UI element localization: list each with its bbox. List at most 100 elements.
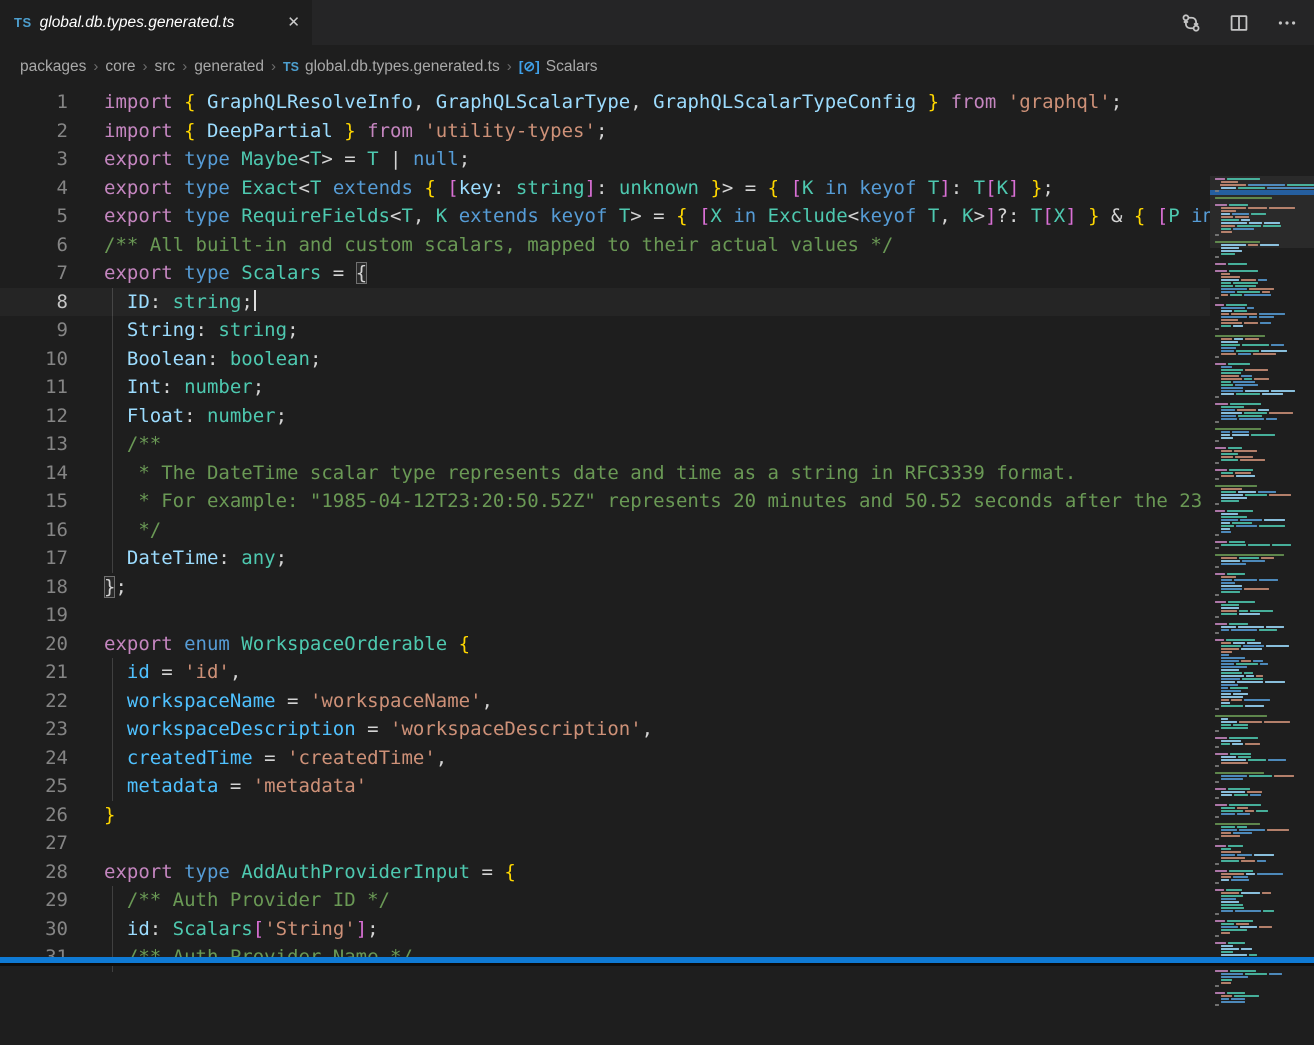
minimap-line xyxy=(1215,573,1314,575)
code-line[interactable]: workspaceDescription = 'workspaceDescrip… xyxy=(104,715,1210,744)
line-number[interactable]: 23 xyxy=(0,715,68,744)
code-line[interactable]: import { DeepPartial } from 'utility-typ… xyxy=(104,117,1210,146)
minimap-line xyxy=(1215,632,1314,634)
line-number[interactable]: 9 xyxy=(0,316,68,345)
minimap-line xyxy=(1215,660,1314,662)
code-line[interactable]: export type Scalars = { xyxy=(104,259,1210,288)
code-token: number xyxy=(207,405,276,427)
code-token: ] xyxy=(356,918,367,940)
breadcrumb-item-global-db-types-generated-ts[interactable]: TSglobal.db.types.generated.ts xyxy=(283,58,500,76)
line-number[interactable]: 24 xyxy=(0,744,68,773)
breadcrumb-item-src[interactable]: src xyxy=(155,58,176,76)
line-number[interactable]: 25 xyxy=(0,772,68,801)
code-line[interactable]: /** xyxy=(104,430,1210,459)
line-number[interactable]: 5 xyxy=(0,202,68,231)
line-number[interactable]: 26 xyxy=(0,801,68,830)
line-number[interactable]: 22 xyxy=(0,687,68,716)
minimap-line xyxy=(1215,282,1314,284)
line-number[interactable]: 13 xyxy=(0,430,68,459)
minimap-line xyxy=(1215,294,1314,296)
code-token: in xyxy=(813,177,859,199)
minimap-line xyxy=(1215,762,1314,764)
code-line[interactable]: Int: number; xyxy=(104,373,1210,402)
minimap-line xyxy=(1215,857,1314,859)
breadcrumb-item-core[interactable]: core xyxy=(105,58,135,76)
line-number[interactable]: 14 xyxy=(0,459,68,488)
open-changes-icon[interactable] xyxy=(1180,12,1202,34)
code-token: number xyxy=(184,376,253,398)
line-number[interactable]: 12 xyxy=(0,402,68,431)
code-token: * The DateTime scalar type represents da… xyxy=(104,462,1076,484)
line-number[interactable]: 29 xyxy=(0,886,68,915)
tab-global-db-types[interactable]: TS global.db.types.generated.ts ✕ xyxy=(0,0,313,45)
code-editor[interactable]: 1234567891011121314151617181920212223242… xyxy=(0,88,1314,957)
code-token: = xyxy=(218,775,252,797)
code-line[interactable]: String: string; xyxy=(104,316,1210,345)
code-line[interactable]: export type RequireFields<T, K extends k… xyxy=(104,202,1210,231)
more-actions-icon[interactable] xyxy=(1276,12,1298,34)
minimap[interactable] xyxy=(1210,176,1314,1045)
minimap-line xyxy=(1215,829,1314,831)
line-number[interactable]: 19 xyxy=(0,601,68,630)
code-content[interactable]: import { GraphQLResolveInfo, GraphQLScal… xyxy=(104,88,1210,972)
code-line[interactable]: metadata = 'metadata' xyxy=(104,772,1210,801)
breadcrumb-item-generated[interactable]: generated xyxy=(194,58,264,76)
line-number[interactable]: 28 xyxy=(0,858,68,887)
line-number[interactable]: 21 xyxy=(0,658,68,687)
code-token: 'utility-types' xyxy=(424,120,596,142)
line-number[interactable]: 3 xyxy=(0,145,68,174)
minimap-line xyxy=(1215,826,1314,828)
line-number[interactable]: 7 xyxy=(0,259,68,288)
split-editor-icon[interactable] xyxy=(1228,12,1250,34)
breadcrumb-item-scalars[interactable]: [⊘]Scalars xyxy=(519,58,598,76)
minimap-line xyxy=(1215,256,1314,258)
line-number[interactable]: 30 xyxy=(0,915,68,944)
minimap-line xyxy=(1215,544,1314,546)
line-number[interactable]: 8 xyxy=(0,288,68,317)
code-line[interactable]: id = 'id', xyxy=(104,658,1210,687)
code-line[interactable]: Boolean: boolean; xyxy=(104,345,1210,374)
code-line[interactable] xyxy=(104,601,1210,630)
code-line[interactable]: DateTime: any; xyxy=(104,544,1210,573)
line-number[interactable]: 1 xyxy=(0,88,68,117)
line-number[interactable]: 11 xyxy=(0,373,68,402)
minimap-line xyxy=(1215,985,1314,987)
breadcrumb-item-packages[interactable]: packages xyxy=(20,58,86,76)
code-token: string xyxy=(173,291,242,313)
code-line[interactable]: export type Exact<T extends { [key: stri… xyxy=(104,174,1210,203)
editor-gutter[interactable]: 1234567891011121314151617181920212223242… xyxy=(0,88,68,972)
code-line[interactable]: } xyxy=(104,801,1210,830)
line-number[interactable]: 10 xyxy=(0,345,68,374)
line-number[interactable]: 4 xyxy=(0,174,68,203)
line-number[interactable]: 18 xyxy=(0,573,68,602)
code-line[interactable]: createdTime = 'createdTime', xyxy=(104,744,1210,773)
code-token: export xyxy=(104,262,184,284)
code-line[interactable] xyxy=(104,829,1210,858)
line-number[interactable]: 16 xyxy=(0,516,68,545)
code-line[interactable]: /** Auth Provider ID */ xyxy=(104,886,1210,915)
code-line[interactable]: */ xyxy=(104,516,1210,545)
typescript-file-icon: TS xyxy=(14,15,32,30)
line-number[interactable]: 6 xyxy=(0,231,68,260)
close-tab-icon[interactable]: ✕ xyxy=(287,15,300,30)
code-token: { xyxy=(184,91,195,113)
line-number[interactable]: 17 xyxy=(0,544,68,573)
code-line[interactable]: workspaceName = 'workspaceName', xyxy=(104,687,1210,716)
code-line[interactable]: id: Scalars['String']; xyxy=(104,915,1210,944)
code-line[interactable]: Float: number; xyxy=(104,402,1210,431)
line-number[interactable]: 20 xyxy=(0,630,68,659)
code-line[interactable]: /** All built-in and custom scalars, map… xyxy=(104,231,1210,260)
minimap-line xyxy=(1215,932,1314,934)
code-line[interactable]: * The DateTime scalar type represents da… xyxy=(104,459,1210,488)
code-line[interactable]: ID: string; xyxy=(104,288,1210,317)
code-line[interactable]: export enum WorkspaceOrderable { xyxy=(104,630,1210,659)
code-line[interactable]: export type Maybe<T> = T | null; xyxy=(104,145,1210,174)
code-line[interactable]: export type AddAuthProviderInput = { xyxy=(104,858,1210,887)
line-number[interactable]: 2 xyxy=(0,117,68,146)
line-number[interactable]: 15 xyxy=(0,487,68,516)
line-number[interactable]: 27 xyxy=(0,829,68,858)
code-token: , xyxy=(436,747,447,769)
code-line[interactable]: * For example: "1985-04-12T23:20:50.52Z"… xyxy=(104,487,1210,516)
code-line[interactable]: }; xyxy=(104,573,1210,602)
code-line[interactable]: import { GraphQLResolveInfo, GraphQLScal… xyxy=(104,88,1210,117)
